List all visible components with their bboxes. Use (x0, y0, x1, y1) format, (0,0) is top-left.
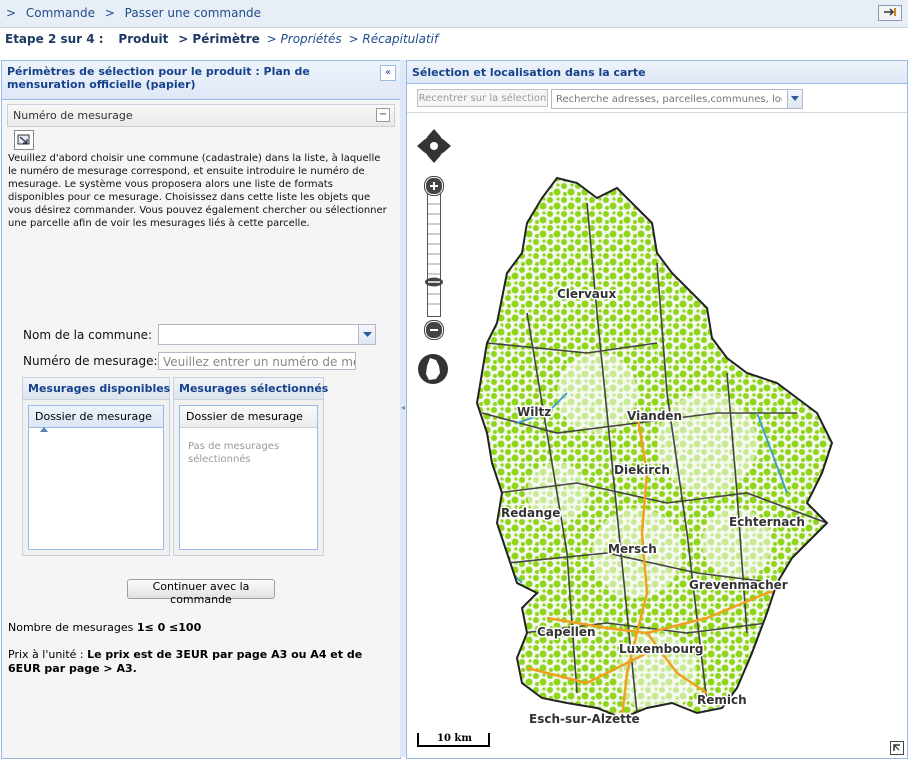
step-perimetre: > Périmètre (178, 32, 260, 46)
pan-control[interactable] (417, 129, 451, 163)
map-panel-header: Sélection et localisation dans la carte (407, 61, 907, 84)
measurement-count: Nombre de mesurages 1≤ 0 ≤100 (8, 621, 201, 634)
breadcrumb-separator: > (104, 6, 115, 20)
breadcrumb: > Commande > Passer une commande (6, 6, 261, 20)
town-label: Wiltz (517, 405, 551, 419)
commune-dropdown-trigger[interactable] (358, 325, 375, 344)
selected-measurements-panel: Mesurages sélectionnés Dossier de mesura… (173, 377, 328, 556)
zoom-in-button[interactable] (425, 177, 443, 195)
zoom-out-button[interactable] (425, 321, 443, 339)
step-indicator: Etape 2 sur 4 : Produit > Périmètre > Pr… (0, 28, 908, 50)
step-recapitulatif: > Récapitulatif (348, 32, 439, 46)
breadcrumb-prefix: > (6, 6, 17, 20)
section-title: Numéro de mesurage (13, 109, 133, 122)
town-label: Echternach (729, 515, 805, 529)
commune-label: Nom de la commune: (23, 328, 153, 342)
town-label: Vianden (627, 409, 682, 423)
slider-thumb-icon (425, 277, 443, 287)
column-header-dossier[interactable]: Dossier de mesurage (180, 406, 317, 428)
instructions-text: Veuillez d'abord choisir une commune (ca… (8, 153, 387, 229)
pan-arrows-icon (417, 129, 451, 163)
column-header-label: Dossier de mesurage (35, 410, 152, 423)
plus-icon (430, 182, 438, 190)
country-outline-icon (418, 354, 448, 384)
step-counter: Etape 2 sur 4 : (5, 32, 104, 46)
count-label: Nombre de mesurages (8, 621, 137, 634)
number-label: Numéro de mesurage: (23, 354, 158, 368)
town-label: Grevenmacher (689, 578, 788, 592)
town-label: Diekirch (614, 463, 670, 477)
exit-button[interactable] (878, 5, 902, 21)
count-value: 1≤ 0 ≤100 (136, 621, 202, 634)
available-measurements-panel: Mesurages disponibles Dossier de mesurag… (22, 377, 170, 556)
selected-measurements-grid: Dossier de mesurage Pas de mesurages sél… (179, 405, 318, 550)
price-label: Prix à l'unité : (8, 648, 88, 661)
zoom-control (424, 177, 444, 339)
step-proprietes: > Propriétés (266, 32, 342, 46)
selected-measurements-title: Mesurages sélectionnés (174, 378, 328, 400)
map-panel: Sélection et localisation dans la carte … (406, 60, 908, 759)
available-measurements-grid: Dossier de mesurage (28, 405, 164, 550)
search-dropdown-trigger[interactable] (787, 90, 802, 108)
panel-header: Périmètres de sélection pour le produit … (2, 61, 400, 100)
location-search-input[interactable] (552, 90, 782, 108)
town-label: Esch-sur-Alzette (529, 712, 640, 726)
commune-select[interactable] (158, 324, 376, 345)
section-toggle-button[interactable]: − (376, 108, 390, 122)
step-produit[interactable]: Produit (118, 32, 168, 46)
breadcrumb-item-passer-commande[interactable]: Passer une commande (125, 6, 261, 20)
chevron-down-icon (363, 332, 372, 337)
panel-body: Numéro de mesurage − Veuillez d'abord ch… (2, 100, 400, 758)
splitter-grip-icon[interactable]: ◂ (401, 403, 405, 413)
chevron-down-icon (791, 96, 799, 101)
full-extent-button[interactable] (417, 353, 449, 385)
town-label: Remich (697, 693, 747, 707)
location-search[interactable] (551, 89, 803, 109)
select-tool-icon[interactable] (14, 130, 34, 150)
panel-title: Périmètres de sélection pour le produit … (7, 65, 310, 91)
unit-price: Prix à l'unité : Le prix est de 3EUR par… (8, 648, 392, 676)
empty-selection-text: Pas de mesurages sélectionnés (188, 441, 280, 465)
overview-map-toggle-icon[interactable] (890, 741, 904, 755)
exit-arrow-icon (884, 8, 896, 16)
scale-label: 10 km (437, 733, 472, 744)
continue-order-button[interactable]: Continuer avec la commande (127, 579, 275, 606)
town-label: Clervaux (557, 287, 616, 301)
map-panel-title: Sélection et localisation dans la carte (412, 66, 646, 79)
collapse-button[interactable]: « (380, 65, 396, 81)
recenter-button[interactable]: Recentrer sur la sélection (417, 89, 548, 107)
town-label: Redange (501, 506, 560, 520)
selection-perimeter-panel: Périmètres de sélection pour le produit … (1, 60, 401, 759)
sort-ascending-icon (40, 427, 48, 432)
scale-bar: 10 km (417, 731, 491, 747)
map-view[interactable]: Clervaux Wiltz Vianden Diekirch Redange … (407, 113, 907, 758)
breadcrumb-bar: > Commande > Passer une commande (0, 0, 908, 28)
zoom-ticks (428, 203, 440, 305)
minus-icon (430, 329, 438, 331)
section-header: Numéro de mesurage − (7, 104, 395, 127)
measurement-number-input[interactable]: Veuillez entrer un numéro de mesurage (158, 352, 356, 370)
town-label: Capellen (537, 625, 596, 639)
column-header-dossier[interactable]: Dossier de mesurage (29, 406, 163, 432)
breadcrumb-item-commande[interactable]: Commande (26, 6, 95, 20)
map-toolbar: Recentrer sur la sélection (407, 84, 907, 113)
luxembourg-map[interactable]: Clervaux Wiltz Vianden Diekirch Redange … (407, 113, 907, 758)
available-measurements-title: Mesurages disponibles (23, 378, 170, 400)
town-label: Mersch (608, 542, 657, 556)
zoom-slider-thumb[interactable] (424, 277, 444, 287)
town-label: Luxembourg (619, 642, 703, 656)
country-area (476, 177, 833, 719)
zoom-slider-rail[interactable] (427, 193, 441, 317)
